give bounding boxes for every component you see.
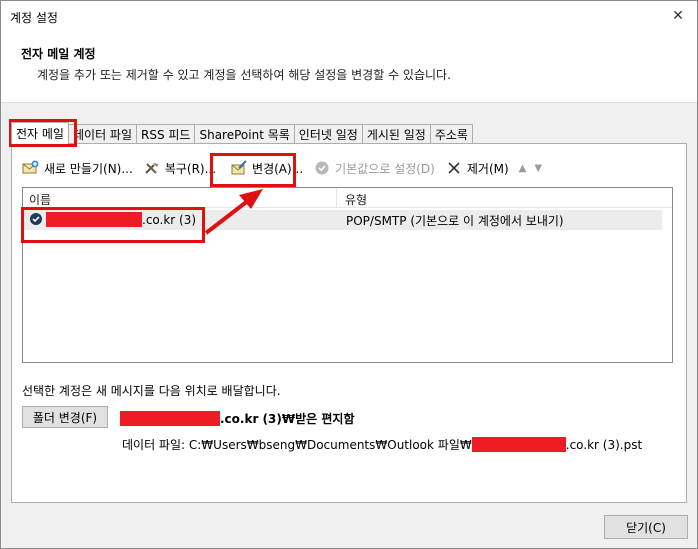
accounts-list: 이름 유형 .co.kr (3) POP/SMTP (기본으로 이 계정에서 보… [22, 187, 673, 363]
move-up-button[interactable]: ▲ [519, 157, 527, 179]
arrow-up-icon: ▲ [518, 162, 527, 174]
default-account-check-icon [29, 212, 43, 229]
account-name-cell: .co.kr (3) [46, 212, 196, 227]
tab-data-files[interactable]: 데이터 파일 [67, 124, 137, 144]
folder-path-suffix: .co.kr (3)₩받은 편지함 [220, 412, 355, 426]
datafile-prefix: 데이터 파일: C:₩Users₩bseng₩Documents₩Outlook… [122, 438, 472, 452]
new-account-button[interactable]: 새로 만들기(N)... [22, 157, 133, 179]
change-button[interactable]: 변경(A)... [230, 157, 303, 179]
arrow-down-icon: ▼ [534, 162, 543, 174]
check-circle-icon [313, 160, 331, 176]
column-divider [336, 188, 337, 208]
set-default-button[interactable]: 기본값으로 설정(D) [313, 157, 435, 179]
account-settings-dialog: 계정 설정 ✕ 전자 메일 계정 계정을 추가 또는 제거할 수 있고 계정을 … [0, 0, 698, 549]
remove-x-icon [445, 160, 463, 176]
close-window-button[interactable]: ✕ [659, 1, 697, 31]
tools-icon [143, 160, 161, 176]
email-tab-panel: 새로 만들기(N)... 복구(R)... 변경(A)... 기본값으로 설정(… [11, 143, 687, 503]
repair-label: 복구(R)... [164, 161, 217, 176]
change-folder-button[interactable]: 폴더 변경(F) [22, 406, 108, 428]
tab-internet-calendars[interactable]: 인터넷 일정 [293, 124, 363, 144]
tab-email[interactable]: 전자 메일 [11, 122, 69, 144]
remove-button[interactable]: 제거(M) [445, 157, 509, 179]
account-name-suffix: .co.kr (3) [142, 212, 197, 227]
tab-rss-feeds[interactable]: RSS 피드 [136, 124, 196, 144]
redacted-datafile-block [471, 437, 566, 452]
tab-sharepoint-lists[interactable]: SharePoint 목록 [194, 124, 295, 144]
redacted-email-block [46, 212, 142, 227]
close-dialog-button[interactable]: 닫기(C) [604, 515, 688, 539]
new-account-label: 새로 만들기(N)... [44, 161, 133, 176]
header-title: 전자 메일 계정 [21, 47, 96, 61]
repair-button[interactable]: 복구(R)... [143, 157, 216, 179]
tab-address-books[interactable]: 주소록 [429, 124, 473, 144]
account-type-cell: POP/SMTP (기본으로 이 계정에서 보내기) [346, 214, 564, 228]
account-toolbar: 새로 만들기(N)... 복구(R)... 변경(A)... 기본값으로 설정(… [22, 154, 552, 182]
title-bar: 계정 설정 ✕ [1, 1, 697, 31]
remove-label: 제거(M) [466, 161, 509, 176]
list-header: 이름 유형 [23, 188, 672, 208]
datafile-suffix: .co.kr (3).pst [565, 437, 643, 452]
redacted-folder-block [120, 411, 220, 426]
tab-published-calendars[interactable]: 게시된 일정 [361, 124, 431, 144]
tab-strip: 전자 메일 데이터 파일 RSS 피드 SharePoint 목록 인터넷 일정… [11, 122, 473, 144]
column-header-name[interactable]: 이름 [29, 191, 51, 208]
change-label: 변경(A)... [252, 161, 304, 176]
change-account-icon [230, 160, 248, 176]
window-title: 계정 설정 [10, 11, 58, 25]
data-file-path: 데이터 파일: C:₩Users₩bseng₩Documents₩Outlook… [122, 436, 642, 453]
header-description: 계정을 추가 또는 제거할 수 있고 계정을 선택하여 해당 설정을 변경할 수… [37, 68, 451, 82]
new-mail-icon [22, 160, 40, 176]
dialog-header: 전자 메일 계정 계정을 추가 또는 제거할 수 있고 계정을 선택하여 해당 … [1, 31, 697, 103]
close-icon: ✕ [672, 8, 684, 24]
delivery-info-text: 선택한 계정은 새 메시지를 다음 위치로 배달합니다. [22, 384, 281, 398]
account-row[interactable]: .co.kr (3) POP/SMTP (기본으로 이 계정에서 보내기) [24, 210, 662, 230]
column-header-type[interactable]: 유형 [345, 191, 367, 208]
set-default-label: 기본값으로 설정(D) [335, 161, 435, 176]
move-down-button[interactable]: ▼ [534, 157, 542, 179]
delivery-folder-path: .co.kr (3)₩받은 편지함 [120, 410, 354, 427]
